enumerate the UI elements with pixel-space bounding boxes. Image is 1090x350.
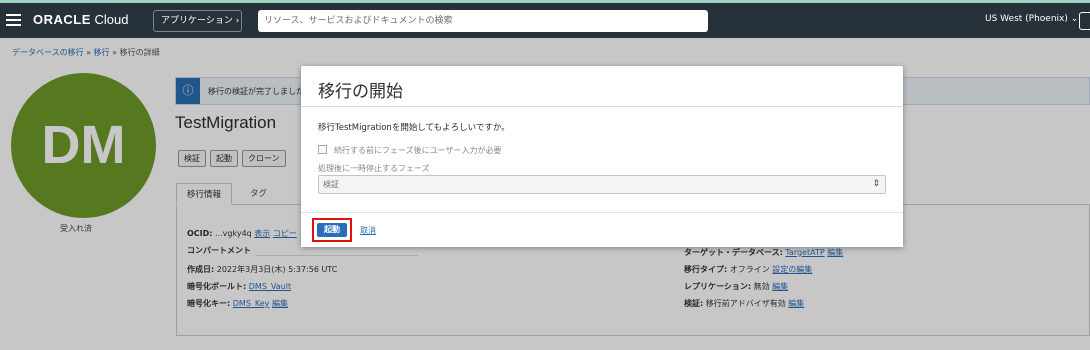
top-navigation-bar: ORACLE Cloud アプリケーション › リソース、サービスおよびドキュメ…	[0, 0, 1090, 38]
cancel-link[interactable]: 取消	[360, 225, 376, 236]
menu-icon[interactable]	[6, 14, 21, 26]
applications-label: アプリケーション	[161, 16, 233, 26]
dialog-title: 移行の開始	[318, 82, 403, 101]
dialog-divider	[301, 106, 903, 107]
search-input[interactable]: リソース、サービスおよびドキュメントの検索	[258, 10, 708, 32]
highlight-box: 起動	[312, 218, 352, 242]
chevron-down-icon: ⌄	[1070, 14, 1079, 24]
start-migration-button[interactable]: 起動	[317, 223, 347, 237]
phase-select[interactable]: 検証 ⇕	[318, 175, 886, 194]
dialog-question: 移行TestMigrationを開始してもよろしいですか。	[318, 123, 510, 133]
profile-icon[interactable]	[1079, 12, 1090, 30]
brand-name: ORACLE	[33, 12, 91, 27]
applications-button[interactable]: アプリケーション ›	[153, 10, 242, 32]
start-migration-dialog: 移行の開始 移行TestMigrationを開始してもよろしいですか。 続行する…	[301, 66, 903, 247]
region-selector[interactable]: US West (Phoenix) ⌄	[985, 14, 1078, 24]
pause-checkbox[interactable]	[318, 145, 327, 154]
region-label: US West (Phoenix)	[985, 14, 1068, 24]
pause-checkbox-label: 続行する前にフェーズ後にユーザー入力が必要	[334, 146, 502, 155]
oracle-cloud-logo[interactable]: ORACLE Cloud	[33, 12, 128, 27]
brand-suffix: Cloud	[94, 12, 129, 27]
select-arrows-icon: ⇕	[872, 179, 880, 189]
chevron-right-icon: ›	[235, 16, 240, 26]
phase-select-value: 検証	[323, 180, 339, 189]
dialog-footer: 起動 取消	[301, 213, 903, 247]
search-placeholder: リソース、サービスおよびドキュメントの検索	[264, 16, 453, 26]
phase-label: 処理後に一時停止するフェーズ	[318, 164, 430, 173]
